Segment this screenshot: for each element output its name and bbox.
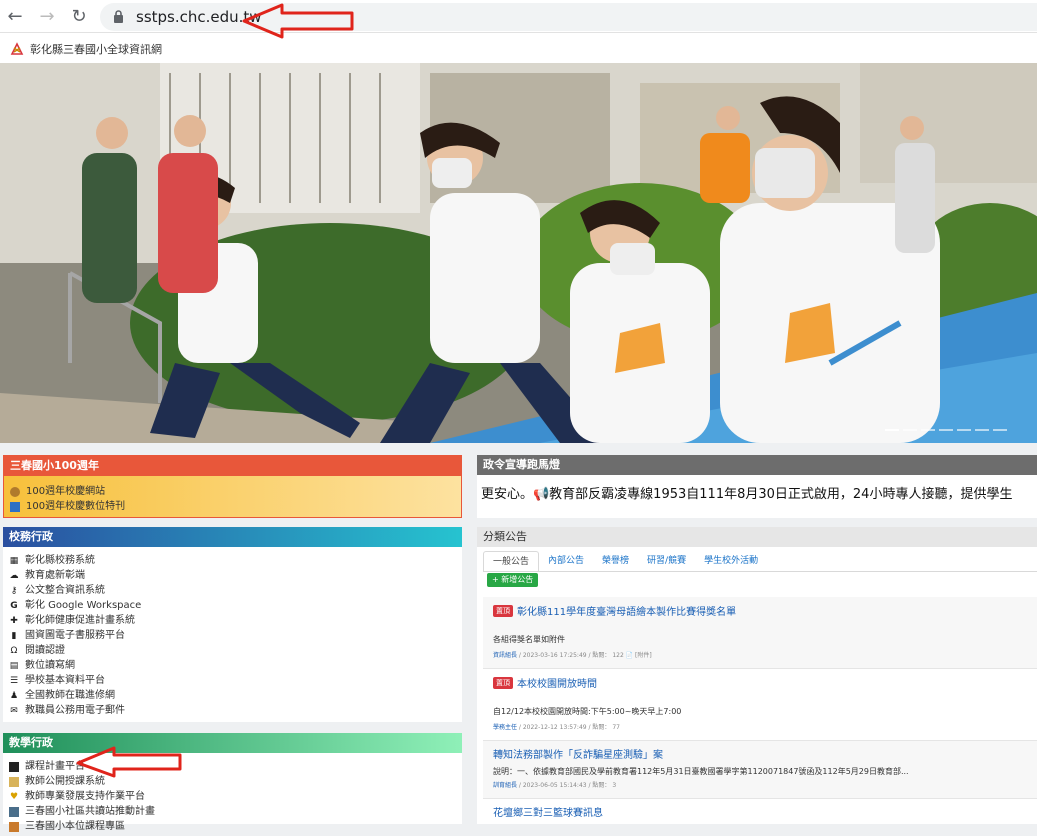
announcement-title[interactable]: 花壇鄉三對三籃球賽訊息 (493, 804, 603, 819)
announcement-desc: 各組得獎名單如附件 (493, 635, 565, 644)
announcements-panel: 分類公告 一般公告 內部公告 榮譽榜 研習/競賽 學生校外活動 + 新增公告 置… (477, 527, 1037, 824)
admin-link[interactable]: ☁ 教育處新彰端 (9, 568, 456, 583)
marquee-text: 更安心。📢教育部反霸凌專線1953自111年8月30日正式啟用，24小時專人接聽… (481, 487, 1013, 502)
admin-panel: 校務行政 ▦ 彰化縣校務系統 ☁ 教育處新彰端 ⚷ 公文整合資訊系統 G 彰化 Goog… (3, 527, 462, 722)
announcement-meta: / 2023-06-05 15:14:43 / 點閱： 3 (517, 782, 617, 789)
admin-link[interactable]: Ω 閱讀認證 (9, 643, 456, 658)
bookmark-label: 彰化縣三春國小全球資訊網 (30, 43, 162, 56)
announcement-item: 轉知法務部製作「反詐騙星座測驗」案 說明：一、依據教育部國民及學前教育署112年… (483, 741, 1037, 799)
centennial-magazine-link[interactable]: 100週年校慶數位特刊 (10, 499, 455, 514)
admin-link[interactable]: ☰ 學校基本資料平台 (9, 673, 456, 688)
panel-title: 教學行政 (3, 733, 462, 753)
add-announcement-button[interactable]: + 新增公告 (487, 573, 539, 587)
tab-internal[interactable]: 內部公告 (539, 551, 593, 571)
announcement-desc: 自12/12本校校園開放時間:下午5:00~晚天早上7:00 (493, 707, 682, 716)
document-icon: ▤ (9, 660, 19, 671)
teaching-link[interactable]: 課程計畫平台 (9, 759, 456, 774)
key-icon: ⚷ (10, 585, 18, 596)
url-text: sstps.chc.edu.tw (136, 8, 262, 26)
marquee-panel: 政令宣導跑馬燈 更安心。📢教育部反霸凌專線1953自111年8月30日正式啟用，… (477, 455, 1037, 518)
announcement-title[interactable]: 本校校園開放時間 (517, 675, 597, 690)
announcement-author[interactable]: 訓育組長 (493, 782, 517, 789)
panel-title: 三春國小100週年 (4, 456, 461, 476)
centennial-site-link[interactable]: 100週年校慶網站 (10, 484, 455, 499)
teaching-panel: 教學行政 課程計畫平台 教師公開授課系統 ♥ 教師專業發展支持作業平台 三春國小社… (3, 733, 462, 832)
google-icon: G (10, 600, 18, 611)
admin-link[interactable]: G 彰化 Google Workspace (9, 598, 456, 613)
teaching-link[interactable]: 三春國小社區共讀站推動計畫 (9, 804, 456, 819)
book-icon (10, 501, 20, 512)
teacher-icon (9, 776, 19, 787)
mail-icon: ✉ (10, 705, 18, 716)
panel-title: 政令宣導跑馬燈 (477, 455, 1037, 475)
hero-banner (0, 63, 1037, 443)
announcement-desc: 說明：一、依據教育部國民及學前教育署112年5月31日臺教國署學字第112007… (493, 767, 909, 776)
list-icon: ☰ (9, 675, 19, 686)
folder-icon (9, 821, 19, 832)
admin-link[interactable]: ▤ 數位讀寫網 (9, 658, 456, 673)
centennial-panel: 三春國小100週年 100週年校慶網站 100週年校慶數位特刊 (3, 455, 462, 518)
announcement-meta: / 2022-12-12 13:57:49 / 點閱： 77 (517, 724, 620, 731)
admin-link[interactable]: ▦ 彰化縣校務系統 (9, 553, 456, 568)
pinned-badge: 置頂 (493, 676, 513, 689)
teaching-link[interactable]: ♥ 教師專業發展支持作業平台 (9, 789, 456, 804)
panel-title: 分類公告 (477, 527, 1037, 547)
panel-title: 校務行政 (3, 527, 462, 547)
admin-link[interactable]: ✚ 彰化師健康促進計畫系統 (9, 613, 456, 628)
admin-link[interactable]: ▮ 國資圖電子書服務平台 (9, 628, 456, 643)
globe-icon (10, 486, 20, 497)
address-bar[interactable]: sstps.chc.edu.tw (100, 3, 1037, 31)
ribbon-icon: Ω (10, 645, 18, 656)
heart-icon: ♥ (9, 791, 19, 802)
announcement-title[interactable]: 轉知法務部製作「反詐騙星座測驗」案 (493, 746, 663, 761)
admin-link[interactable]: ⚷ 公文整合資訊系統 (9, 583, 456, 598)
admin-link[interactable]: ✉ 教職員公務用電子郵件 (9, 703, 456, 718)
announcement-author[interactable]: 資訊組長 (493, 652, 517, 659)
bookmark-item[interactable]: 彰化縣三春國小全球資訊網 (10, 41, 162, 57)
notebook-icon (9, 806, 19, 817)
bookmarks-bar: 彰化縣三春國小全球資訊網 (0, 33, 1037, 63)
hero-photo (0, 63, 1037, 443)
reload-icon[interactable]: ↻ (68, 6, 90, 28)
announcement-item: 花壇鄉三對三籃球賽訊息 (483, 799, 1037, 824)
monitor-icon (9, 761, 19, 772)
tab-general[interactable]: 一般公告 (483, 551, 540, 571)
school-logo-icon (10, 42, 24, 55)
book-icon: ▮ (11, 630, 17, 641)
browser-toolbar: ← → ↻ sstps.chc.edu.tw (0, 0, 1037, 33)
forward-icon[interactable]: → (36, 6, 58, 28)
admin-link[interactable]: ♟ 全國教師在職進修網 (9, 688, 456, 703)
heart-icon: ✚ (10, 615, 18, 626)
pinned-badge: 置頂 (493, 604, 513, 617)
tab-study[interactable]: 研習/競賽 (638, 551, 695, 571)
teaching-link[interactable]: 教師公開授課系統 (9, 774, 456, 789)
users-icon: ♟ (9, 690, 19, 701)
lock-icon (114, 10, 123, 23)
announcement-title[interactable]: 彰化縣111學年度臺灣母語繪本製作比賽得獎名單 (517, 603, 736, 618)
announcement-item: 置頂 本校校園開放時間 自12/12本校校園開放時間:下午5:00~晚天早上7:… (483, 669, 1037, 741)
tab-honor[interactable]: 榮譽榜 (593, 551, 638, 571)
announcement-item: 置頂 彰化縣111學年度臺灣母語繪本製作比賽得獎名單 各組得獎名單如附件 資訊組… (483, 597, 1037, 669)
grid-icon: ▦ (9, 555, 19, 566)
announcement-tabs: 一般公告 內部公告 榮譽榜 研習/競賽 學生校外活動 (483, 551, 1031, 571)
back-icon[interactable]: ← (4, 6, 26, 28)
cloud-icon: ☁ (9, 570, 19, 581)
tab-student-activities[interactable]: 學生校外活動 (695, 551, 767, 571)
teaching-link[interactable]: 三春國小本位課程專區 (9, 819, 456, 834)
announcement-author[interactable]: 學務主任 (493, 724, 517, 731)
announcement-meta: / 2023-03-16 17:25:49 / 點閱： 122 📄 [附件] (517, 652, 652, 659)
